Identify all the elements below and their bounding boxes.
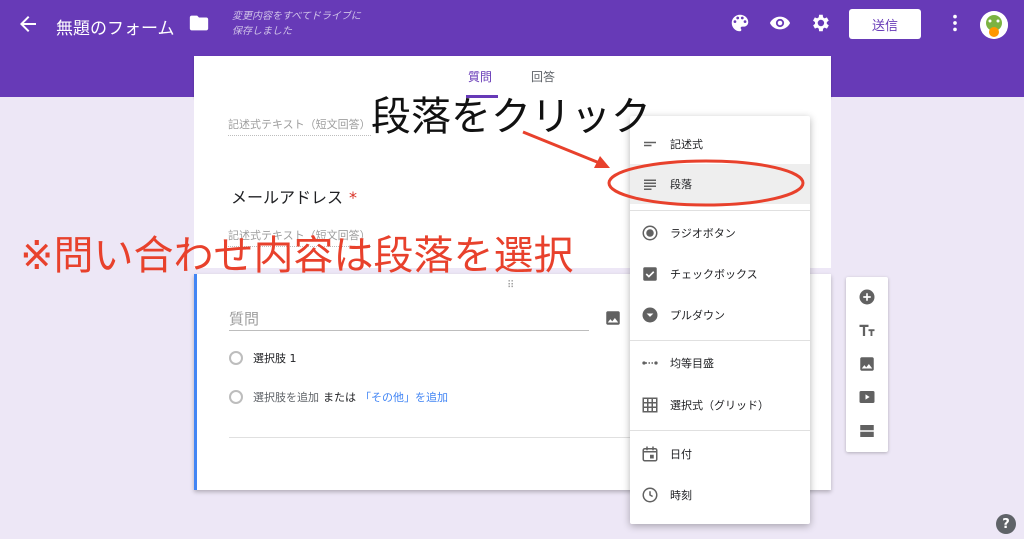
menu-item-checkboxes[interactable]: チェックボックス (630, 254, 810, 294)
add-image-icon[interactable] (604, 309, 622, 327)
side-toolbar (846, 277, 888, 452)
preview-eye-icon[interactable] (769, 12, 791, 34)
add-video-icon[interactable] (858, 388, 876, 406)
annotation-note: ※問い合わせ内容は段落を選択 (20, 233, 574, 279)
annotation-click-paragraph: 段落をクリック (371, 94, 651, 140)
menu-item-grid[interactable]: 選択式（グリッド） (630, 385, 810, 425)
menu-item-linear-scale[interactable]: 均等目盛 (630, 343, 810, 383)
grid-icon (642, 397, 658, 413)
add-title-icon[interactable] (858, 321, 876, 339)
checkbox-icon (643, 267, 657, 281)
menu-item-paragraph[interactable]: 段落 (630, 164, 810, 204)
add-section-icon[interactable] (858, 422, 876, 440)
menu-divider (630, 340, 810, 341)
back-arrow-icon[interactable] (16, 12, 40, 36)
form-title[interactable]: 無題のフォーム (56, 14, 175, 39)
menu-divider (630, 210, 810, 211)
paragraph-icon (644, 179, 656, 190)
radio-button-icon (642, 225, 658, 241)
dropdown-icon (642, 307, 658, 323)
option-1[interactable]: 選択肢 1 (229, 350, 297, 366)
menu-divider (630, 430, 810, 431)
save-status: 変更内容をすべてドライブに 保存しました (232, 11, 361, 37)
calendar-icon (642, 446, 658, 462)
short-answer-placeholder: 記述式テキスト（短文回答） (228, 116, 371, 136)
drag-handle-icon[interactable]: ⠿ (507, 280, 515, 291)
gear-icon[interactable] (809, 12, 831, 34)
palette-icon[interactable] (729, 12, 751, 34)
more-vert-icon[interactable] (944, 12, 966, 34)
question-type-menu: 記述式 段落 ラジオボタン チェックボックス プルダウン 均等目盛 選択式（グリ… (630, 116, 810, 524)
avatar[interactable] (980, 11, 1008, 39)
menu-item-multiple-choice[interactable]: ラジオボタン (630, 213, 810, 253)
question-title: メールアドレス * (231, 188, 358, 207)
menu-item-time[interactable]: 時刻 (630, 475, 810, 515)
menu-item-date[interactable]: 日付 (630, 434, 810, 474)
menu-item-short-answer[interactable]: 記述式 (630, 124, 810, 164)
add-question-icon[interactable] (858, 288, 876, 306)
question-input[interactable]: 質問 (229, 308, 589, 331)
clock-icon (642, 487, 658, 503)
tab-responses[interactable]: 回答 (531, 68, 555, 85)
menu-item-dropdown[interactable]: プルダウン (630, 295, 810, 335)
add-option-link[interactable]: 選択肢を追加 (253, 389, 319, 405)
add-other-link[interactable]: 「その他」を追加 (360, 389, 448, 405)
tab-questions[interactable]: 質問 (468, 68, 492, 85)
radio-icon (229, 390, 243, 404)
send-button[interactable]: 送信 (849, 9, 921, 39)
linear-scale-icon (642, 361, 658, 365)
required-mark: * (349, 188, 358, 207)
add-option-row[interactable]: 選択肢を追加 または 「その他」を追加 (229, 389, 448, 405)
folder-icon[interactable] (188, 12, 210, 34)
avatar-logo-icon (980, 11, 1008, 39)
radio-icon (229, 351, 243, 365)
add-image-icon[interactable] (858, 355, 876, 373)
help-icon[interactable]: ? (996, 514, 1016, 534)
